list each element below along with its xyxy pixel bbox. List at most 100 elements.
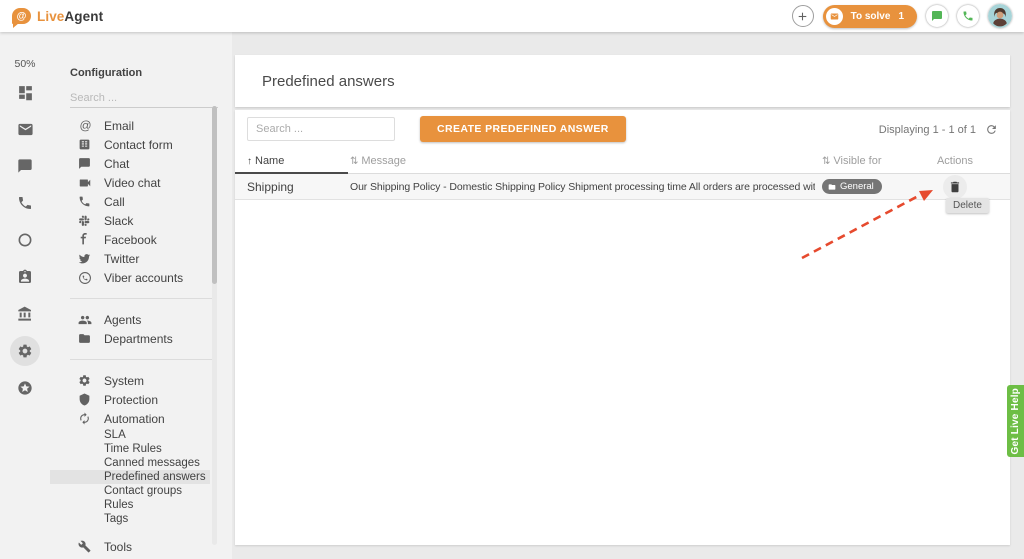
rail-customers[interactable]: [10, 262, 40, 292]
add-button[interactable]: [792, 5, 814, 27]
sidebar-subitem-canned-messages[interactable]: Canned messages: [50, 456, 232, 470]
chats-button[interactable]: [926, 5, 948, 27]
row-name[interactable]: Shipping: [235, 180, 348, 194]
sidebar-subitem-time-rules[interactable]: Time Rules: [50, 442, 232, 456]
logo-live: Live: [37, 9, 64, 24]
gear-icon: [78, 374, 93, 387]
column-header-visible-for[interactable]: ⇅Visible for: [815, 155, 900, 174]
sidebar-item-tools[interactable]: Tools: [50, 537, 232, 556]
sidebar-title: Configuration: [70, 67, 232, 79]
rail-chats[interactable]: [10, 151, 40, 181]
row-message[interactable]: Our Shipping Policy - Domestic Shipping …: [348, 181, 815, 193]
sidebar-item-label: Email: [104, 119, 134, 133]
to-solve-label: To solve: [851, 11, 891, 22]
sidebar-item-facebook[interactable]: Facebook: [50, 230, 232, 249]
rail-status[interactable]: [10, 225, 40, 255]
sidebar-item-email[interactable]: Email: [50, 116, 232, 135]
get-live-help-button[interactable]: Get Live Help: [1007, 385, 1024, 457]
top-header: @ LiveAgent To solve 1: [0, 0, 1024, 32]
sidebar-scrollbar[interactable]: [212, 106, 217, 545]
sidebar-item-label: Protection: [104, 393, 158, 407]
page-title: Predefined answers: [262, 73, 395, 90]
sort-asc-icon: ↑: [247, 156, 252, 167]
sidebar-item-system[interactable]: System: [50, 371, 232, 390]
sidebar-item-automation[interactable]: Automation: [50, 409, 232, 428]
row-actions: [900, 175, 1010, 199]
badge-label: General: [840, 181, 874, 192]
sidebar-subitem-contact-groups[interactable]: Contact groups: [50, 484, 232, 498]
logo-text: LiveAgent: [37, 9, 103, 24]
refresh-icon[interactable]: [985, 123, 998, 136]
wrench-icon: [78, 540, 93, 553]
rail-calls[interactable]: [10, 188, 40, 218]
column-header-actions: Actions: [900, 155, 1010, 174]
sidebar-item-label: Chat: [104, 157, 129, 171]
sidebar-search-input[interactable]: [70, 89, 218, 108]
scrollbar-thumb[interactable]: [212, 106, 217, 284]
facebook-icon: [78, 233, 93, 246]
plus-circle-icon: [796, 10, 809, 23]
rail-company[interactable]: [10, 299, 40, 329]
sort-icon: ⇅: [822, 156, 830, 167]
sidebar-item-label: Viber accounts: [104, 271, 183, 285]
phone-icon: [17, 195, 33, 211]
rail-tickets[interactable]: [10, 114, 40, 144]
search-input[interactable]: [247, 117, 395, 141]
sidebar-item-agents[interactable]: Agents: [50, 310, 232, 329]
page-title-card: Predefined answers: [235, 55, 1010, 107]
avatar[interactable]: [988, 4, 1012, 28]
sidebar-item-twitter[interactable]: Twitter: [50, 249, 232, 268]
viber-icon: [78, 271, 93, 285]
sort-icon: ⇅: [350, 156, 358, 167]
sidebar-item-chat[interactable]: Chat: [50, 154, 232, 173]
sidebar-item-departments[interactable]: Departments: [50, 329, 232, 348]
slack-icon: [78, 214, 93, 227]
sidebar-item-label: Contact form: [104, 138, 173, 152]
table-header: ↑Name ⇅Message ⇅Visible for Actions: [235, 152, 1010, 174]
sidebar-item-label: Departments: [104, 332, 173, 346]
delete-button[interactable]: [943, 175, 967, 199]
department-badge[interactable]: General: [822, 179, 882, 194]
sidebar-item-viber[interactable]: Viber accounts: [50, 268, 232, 287]
zoom-level: 50%: [14, 58, 35, 70]
sidebar-subitem-predefined-answers[interactable]: Predefined answers: [50, 470, 210, 484]
icon-rail: 50%: [0, 32, 50, 559]
at-icon: [78, 118, 93, 133]
sidebar-item-label: Call: [104, 195, 125, 209]
sidebar-item-slack[interactable]: Slack: [50, 211, 232, 230]
create-predefined-answer-button[interactable]: CREATE PREDEFINED ANSWER: [420, 116, 626, 142]
delete-tooltip: Delete: [946, 198, 989, 213]
sidebar-item-label: Video chat: [104, 176, 161, 190]
sidebar-item-call[interactable]: Call: [50, 192, 232, 211]
refresh-icon: [78, 412, 93, 425]
sidebar-subitem-rules[interactable]: Rules: [50, 498, 232, 512]
to-solve-button[interactable]: To solve 1: [823, 5, 917, 28]
sidebar-item-label: Agents: [104, 313, 141, 327]
rail-dashboard[interactable]: [10, 77, 40, 107]
sidebar-item-contact-form[interactable]: Contact form: [50, 135, 232, 154]
live-help-label: Get Live Help: [1010, 388, 1021, 455]
stars-icon: [17, 380, 33, 396]
envelope-icon: [826, 8, 843, 25]
logo-agent: Agent: [64, 9, 103, 24]
sidebar-item-label: Automation: [104, 412, 165, 426]
calls-button[interactable]: [957, 5, 979, 27]
divider: [70, 359, 215, 360]
rail-configuration[interactable]: [10, 336, 40, 366]
column-header-name[interactable]: ↑Name: [235, 155, 348, 174]
sidebar-item-video-chat[interactable]: Video chat: [50, 173, 232, 192]
sidebar-item-protection[interactable]: Protection: [50, 390, 232, 409]
column-header-message[interactable]: ⇅Message: [348, 155, 815, 174]
liveagent-logo[interactable]: @ LiveAgent: [12, 8, 103, 24]
logo-bubble-icon: @: [12, 8, 31, 24]
sidebar-item-label: System: [104, 374, 144, 388]
sidebar-subitem-tags[interactable]: Tags: [50, 512, 232, 526]
dashboard-icon: [17, 84, 34, 101]
table-row[interactable]: Shipping Our Shipping Policy - Domestic …: [235, 174, 1010, 200]
rail-stars[interactable]: [10, 373, 40, 403]
sidebar-subitem-sla[interactable]: SLA: [50, 428, 232, 442]
videocam-icon: [78, 176, 93, 190]
divider: [70, 298, 215, 299]
trash-icon: [948, 180, 962, 194]
contact-card-icon: [17, 269, 33, 285]
